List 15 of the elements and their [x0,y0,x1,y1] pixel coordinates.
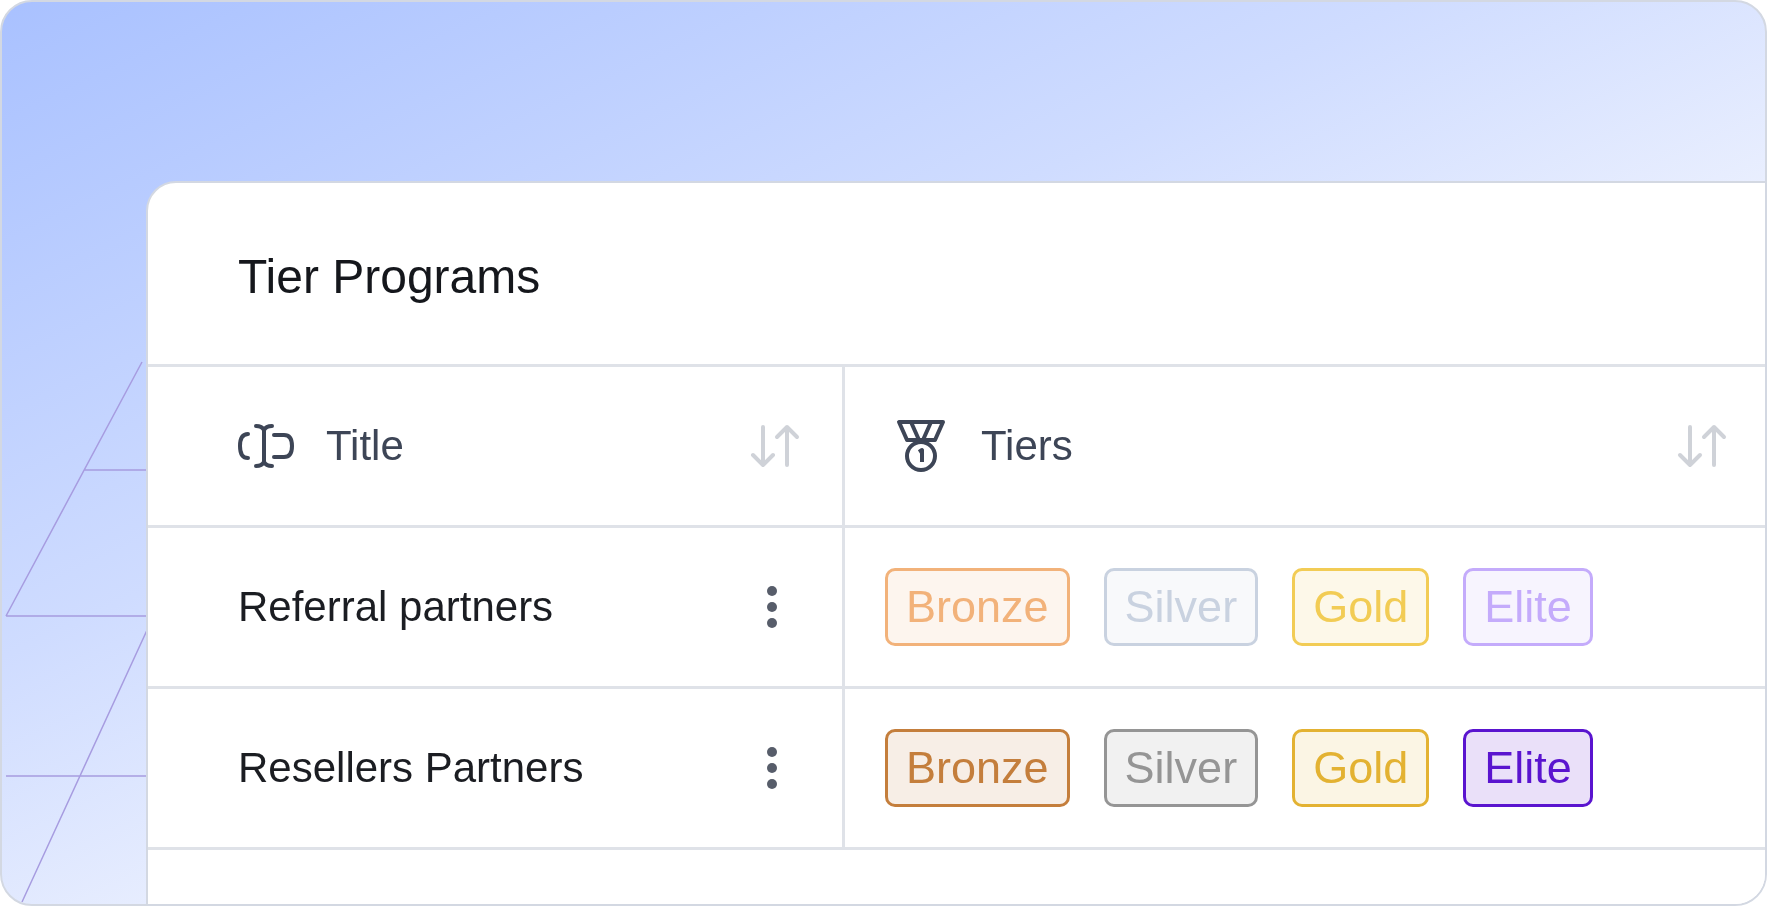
more-options-icon[interactable] [766,586,778,628]
table-cell: Resellers Partners [238,744,584,792]
more-options-icon[interactable] [766,747,778,789]
table-cell: Referral partners [238,583,554,631]
tier-tag: Bronze [885,729,1070,807]
tier-tag: Bronze [885,568,1070,646]
tier-tag: Gold [1292,729,1430,807]
text-cursor-icon [238,422,294,470]
column-header[interactable]: Title [326,422,404,470]
tier-tag: Gold [1292,568,1430,646]
card-title: Tier Programs [237,249,542,305]
tier-tag: Elite [1463,568,1593,646]
column-header[interactable]: Tiers [981,422,1073,470]
tier-tag: Silver [1103,729,1259,807]
tier-tag: Elite [1463,729,1593,807]
